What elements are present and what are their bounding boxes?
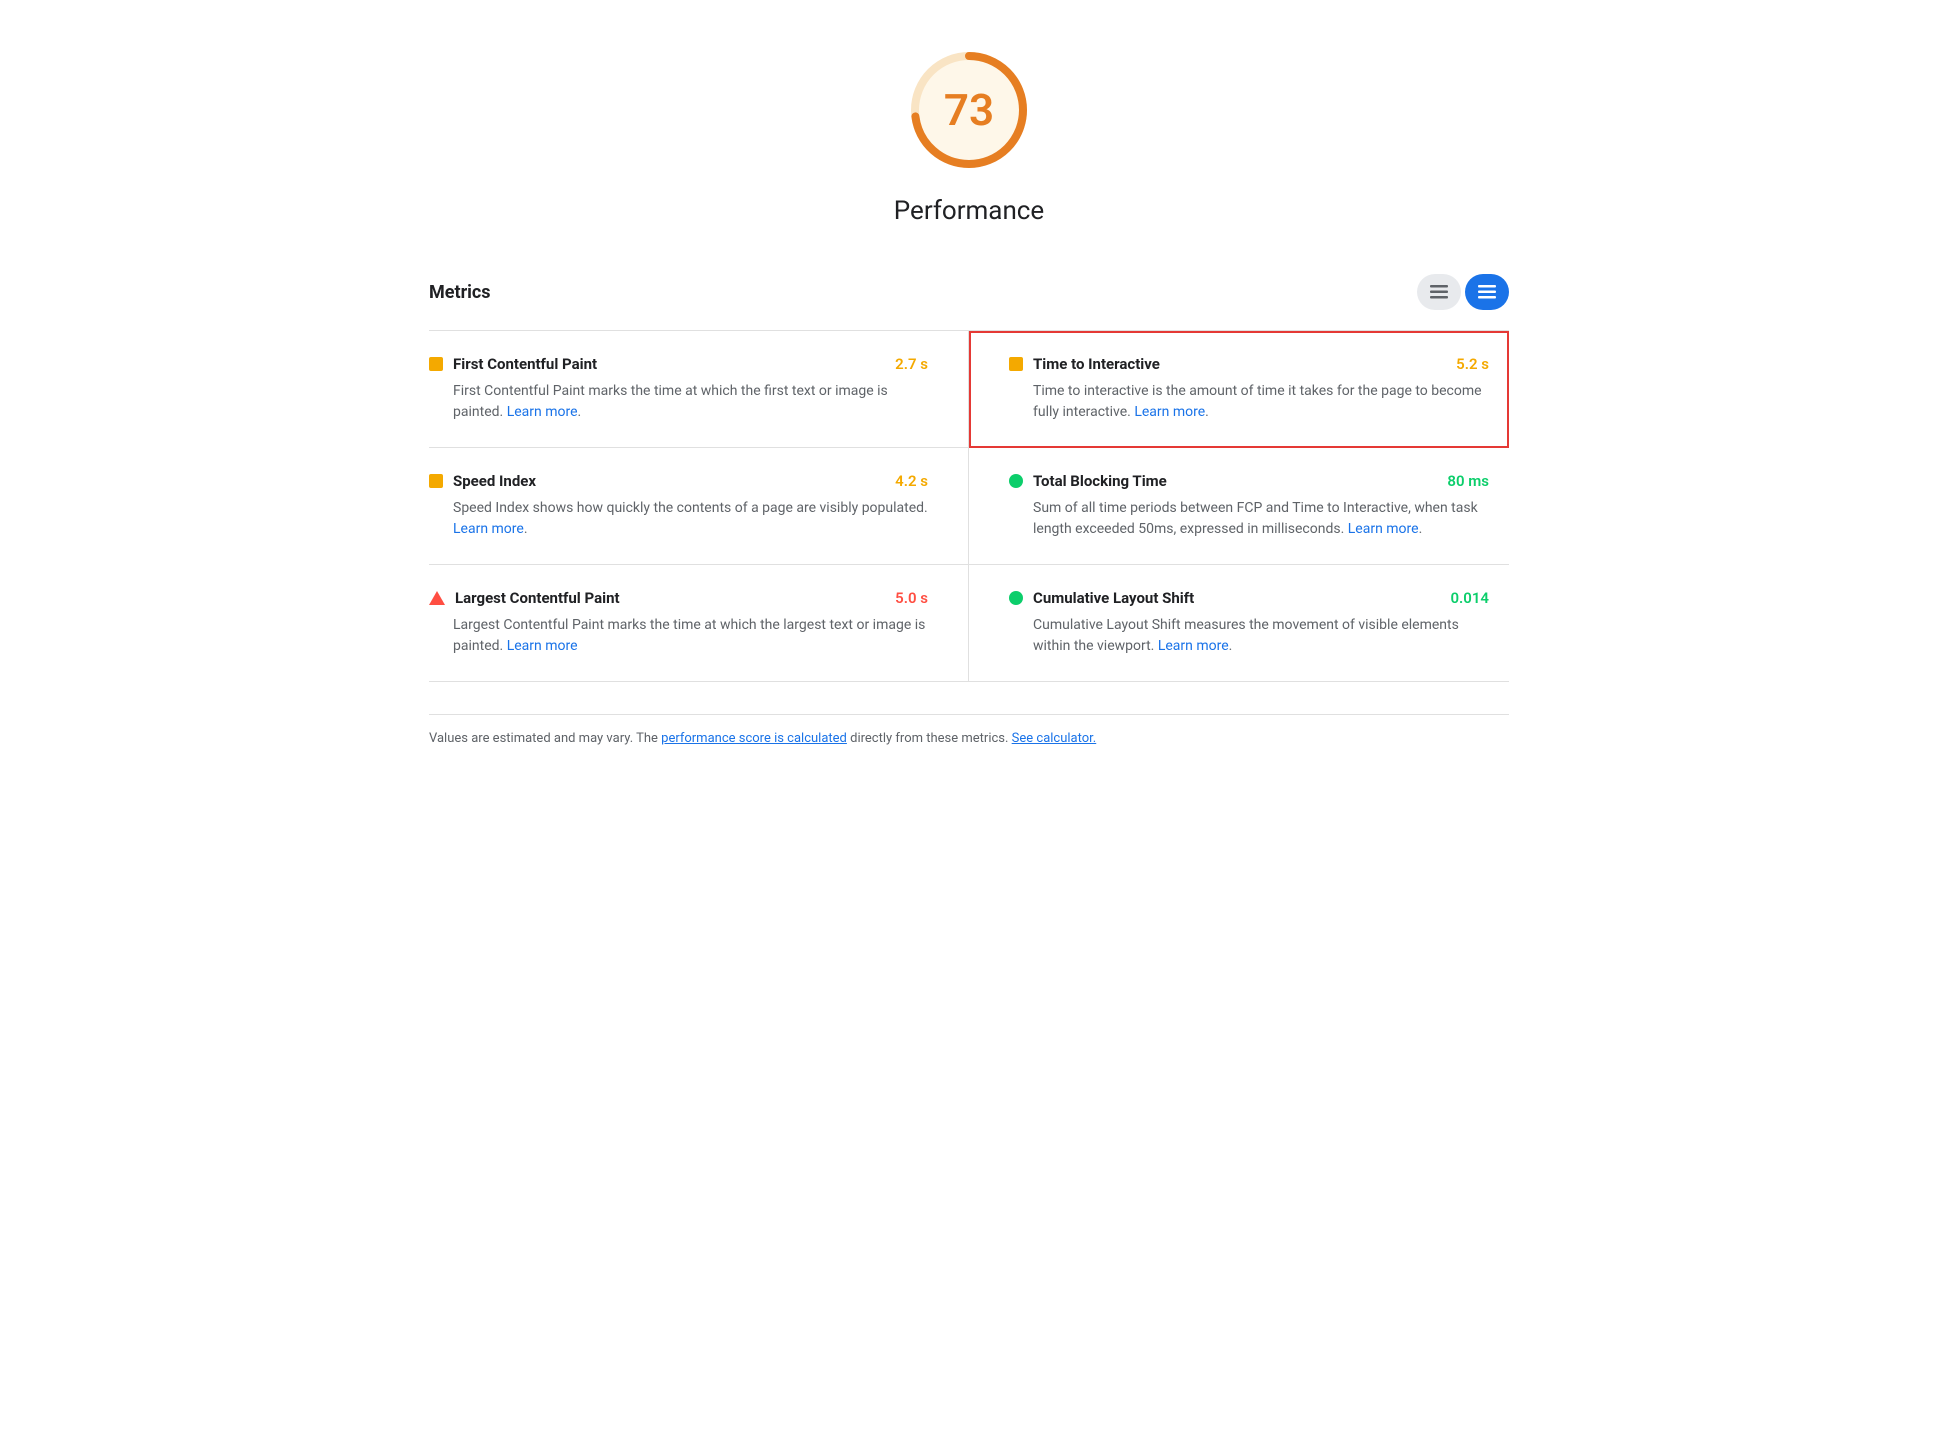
metric-cell-fcp: First Contentful Paint 2.7 s First Conte… [429, 331, 969, 448]
metrics-header: Metrics [429, 274, 1509, 310]
metric-title-group: Largest Contentful Paint [429, 589, 620, 607]
orange-square-icon [429, 474, 443, 488]
footer-text-middle: directly from these metrics. [847, 731, 1012, 746]
metric-name: Speed Index [453, 472, 536, 490]
score-circle: 73 [899, 40, 1039, 180]
metric-name: Largest Contentful Paint [455, 589, 620, 607]
learn-more-link[interactable]: Learn more [1158, 638, 1229, 654]
metric-name: Time to Interactive [1033, 355, 1160, 373]
learn-more-link[interactable]: Learn more [1348, 521, 1419, 537]
metrics-grid: First Contentful Paint 2.7 s First Conte… [429, 330, 1509, 682]
metric-header-row: Largest Contentful Paint 5.0 s [429, 589, 928, 607]
metric-header-row: Speed Index 4.2 s [429, 472, 928, 490]
green-circle-icon [1009, 474, 1023, 488]
metric-title-group: Total Blocking Time [1009, 472, 1167, 490]
metric-value: 5.2 s [1456, 355, 1489, 373]
red-triangle-icon [429, 591, 445, 605]
metric-title-group: Time to Interactive [1009, 355, 1160, 373]
metric-header-row: Time to Interactive 5.2 s [1009, 355, 1489, 373]
footer-link-see-calculator[interactable]: See calculator. [1012, 731, 1097, 746]
metric-value: 80 ms [1447, 472, 1489, 490]
learn-more-link[interactable]: Learn more [507, 404, 578, 420]
metric-name: First Contentful Paint [453, 355, 597, 373]
metric-name: Total Blocking Time [1033, 472, 1167, 490]
metric-cell-tti: Time to Interactive 5.2 s Time to intera… [969, 331, 1509, 448]
metric-title-group: First Contentful Paint [429, 355, 597, 373]
metric-header-row: Total Blocking Time 80 ms [1009, 472, 1489, 490]
metric-cell-tbt: Total Blocking Time 80 ms Sum of all tim… [969, 448, 1509, 565]
score-title: Performance [894, 196, 1044, 226]
metric-description: Speed Index shows how quickly the conten… [453, 498, 928, 540]
metrics-label: Metrics [429, 282, 491, 303]
metric-name: Cumulative Layout Shift [1033, 589, 1194, 607]
metric-description: Largest Contentful Paint marks the time … [453, 615, 928, 657]
metric-description: Time to interactive is the amount of tim… [1033, 381, 1489, 423]
metric-description: Cumulative Layout Shift measures the mov… [1033, 615, 1489, 657]
footer-text-before: Values are estimated and may vary. The [429, 731, 661, 746]
footer-note: Values are estimated and may vary. The p… [429, 714, 1509, 746]
metric-value: 5.0 s [895, 589, 928, 607]
metric-value: 2.7 s [895, 355, 928, 373]
green-circle-icon [1009, 591, 1023, 605]
detail-view-button[interactable] [1465, 274, 1509, 310]
learn-more-link[interactable]: Learn more [507, 638, 578, 654]
learn-more-link[interactable]: Learn more [1134, 404, 1205, 420]
metric-header-row: First Contentful Paint 2.7 s [429, 355, 928, 373]
metric-cell-si: Speed Index 4.2 s Speed Index shows how … [429, 448, 969, 565]
list-icon [1430, 283, 1448, 301]
metric-cell-cls: Cumulative Layout Shift 0.014 Cumulative… [969, 565, 1509, 682]
orange-square-icon [1009, 357, 1023, 371]
metric-value: 4.2 s [895, 472, 928, 490]
metric-title-group: Cumulative Layout Shift [1009, 589, 1194, 607]
metric-value: 0.014 [1450, 589, 1489, 607]
metric-title-group: Speed Index [429, 472, 536, 490]
footer-link-calculator-link[interactable]: performance score is calculated [661, 731, 847, 746]
score-value: 73 [944, 84, 994, 136]
metric-header-row: Cumulative Layout Shift 0.014 [1009, 589, 1489, 607]
metric-description: Sum of all time periods between FCP and … [1033, 498, 1489, 540]
detail-icon [1478, 283, 1496, 301]
score-section: 73 Performance [429, 40, 1509, 234]
metric-description: First Contentful Paint marks the time at… [453, 381, 928, 423]
learn-more-link[interactable]: Learn more [453, 521, 524, 537]
list-view-button[interactable] [1417, 274, 1461, 310]
header-buttons [1417, 274, 1509, 310]
orange-square-icon [429, 357, 443, 371]
metric-cell-lcp: Largest Contentful Paint 5.0 s Largest C… [429, 565, 969, 682]
